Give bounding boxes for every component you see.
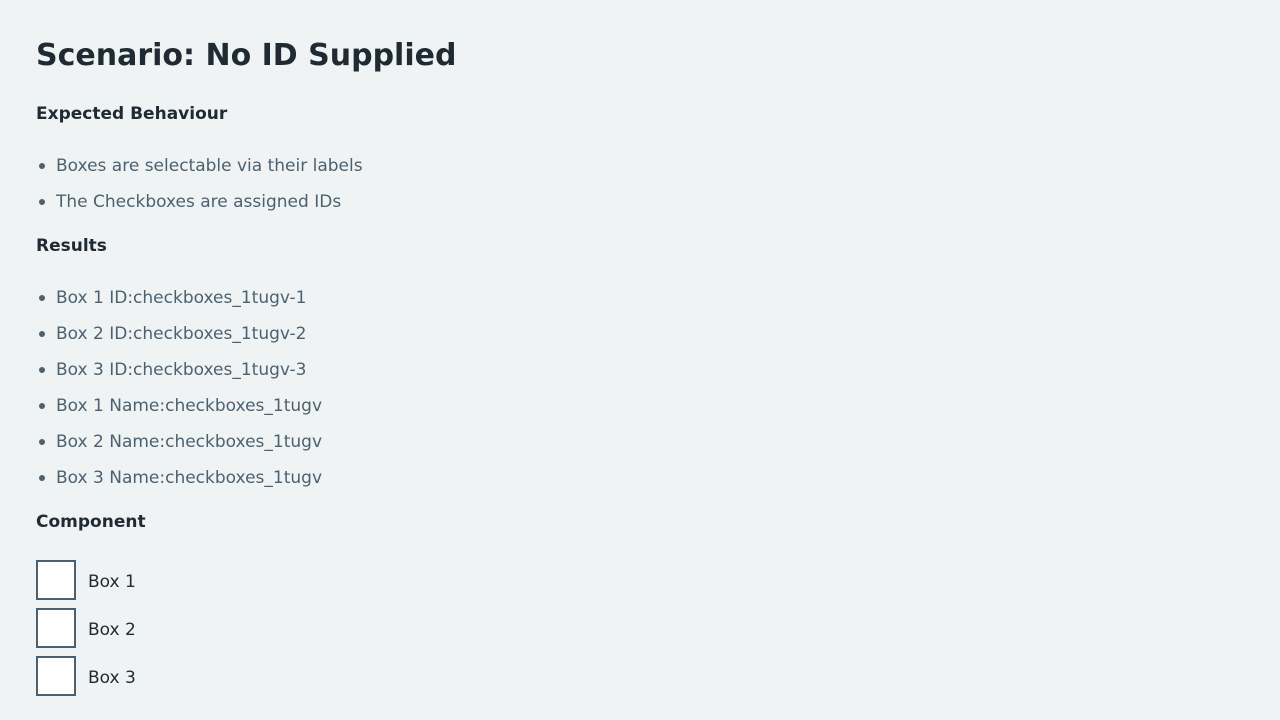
list-item: Box 1 ID:checkboxes_1tugv-1 bbox=[36, 286, 322, 322]
list-item-text: The Checkboxes are assigned IDs bbox=[56, 192, 342, 212]
list-item: Box 2 Name:checkboxes_1tugv bbox=[36, 430, 322, 466]
expected-behaviour-list: Boxes are selectable via their labels Th… bbox=[36, 154, 363, 226]
bullet-icon bbox=[39, 331, 45, 337]
bullet-icon bbox=[39, 295, 45, 301]
page-title: Scenario: No ID Supplied bbox=[36, 38, 457, 73]
list-item-text: Box 3 ID:checkboxes_1tugv-3 bbox=[56, 360, 307, 380]
list-item-text: Boxes are selectable via their labels bbox=[56, 156, 363, 176]
checkbox-box-2-input[interactable] bbox=[36, 608, 76, 648]
checkbox-box-1-input[interactable] bbox=[36, 560, 76, 600]
bullet-icon bbox=[39, 403, 45, 409]
list-item: Box 3 Name:checkboxes_1tugv bbox=[36, 466, 322, 502]
checkbox-box-1[interactable]: Box 1 bbox=[36, 560, 136, 600]
bullet-icon bbox=[39, 439, 45, 445]
list-item-text: Box 2 Name:checkboxes_1tugv bbox=[56, 432, 323, 452]
bullet-icon bbox=[39, 163, 45, 169]
bullet-icon bbox=[39, 367, 45, 373]
checkbox-box-1-label[interactable]: Box 1 bbox=[88, 566, 136, 594]
list-item-text: Box 1 ID:checkboxes_1tugv-1 bbox=[56, 288, 307, 308]
list-item: Box 1 Name:checkboxes_1tugv bbox=[36, 394, 322, 430]
list-item-text: Box 3 Name:checkboxes_1tugv bbox=[56, 468, 323, 488]
list-item-text: Box 2 ID:checkboxes_1tugv-2 bbox=[56, 324, 307, 344]
list-item: Box 2 ID:checkboxes_1tugv-2 bbox=[36, 322, 322, 358]
list-item-text: Box 1 Name:checkboxes_1tugv bbox=[56, 396, 323, 416]
list-item: The Checkboxes are assigned IDs bbox=[36, 190, 363, 226]
bullet-icon bbox=[39, 475, 45, 481]
list-item: Boxes are selectable via their labels bbox=[36, 154, 363, 190]
checkbox-box-3-label[interactable]: Box 3 bbox=[88, 662, 136, 690]
checkbox-box-2[interactable]: Box 2 bbox=[36, 608, 136, 648]
results-list: Box 1 ID:checkboxes_1tugv-1 Box 2 ID:che… bbox=[36, 286, 322, 502]
checkbox-box-2-label[interactable]: Box 2 bbox=[88, 614, 136, 642]
checkbox-box-3[interactable]: Box 3 bbox=[36, 656, 136, 696]
checkbox-box-3-input[interactable] bbox=[36, 656, 76, 696]
bullet-icon bbox=[39, 199, 45, 205]
list-item: Box 3 ID:checkboxes_1tugv-3 bbox=[36, 358, 322, 394]
expected-behaviour-heading: Expected Behaviour bbox=[36, 104, 228, 124]
component-heading: Component bbox=[36, 512, 146, 532]
results-heading: Results bbox=[36, 236, 107, 256]
